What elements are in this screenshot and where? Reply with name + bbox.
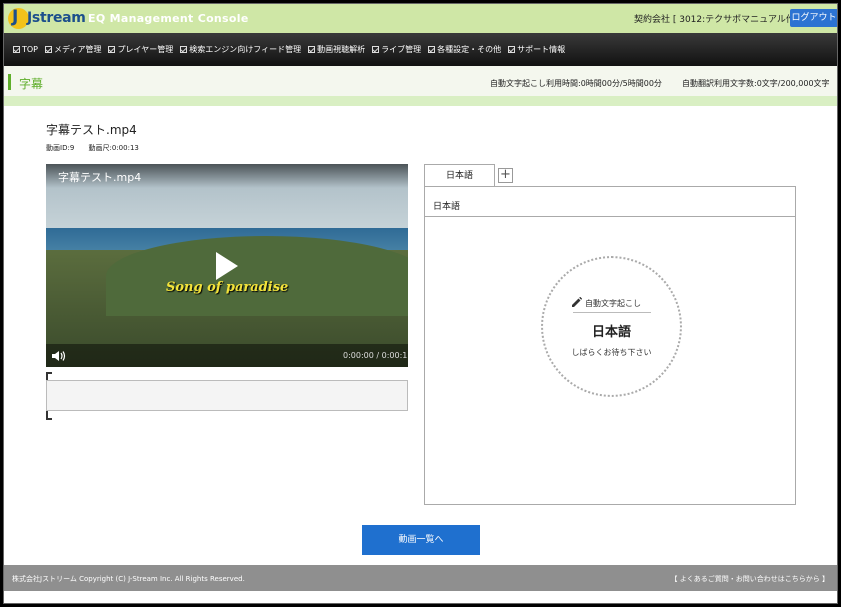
transcription-status-circle: 自動文字起こし 日本語 しばらくお待ち下さい — [541, 256, 682, 397]
subtitle-panel: 日本語 自動文字起こし 日本語 しばらくお待ち下さい — [424, 186, 796, 505]
app-window: J Jstream EQ Management Console 契約会社 [ 3… — [3, 3, 838, 604]
jstream-logo[interactable]: J Jstream — [8, 7, 86, 30]
status-divider — [573, 312, 651, 313]
checkbox-icon — [108, 46, 116, 53]
player-title: 字幕テスト.mp4 — [58, 171, 142, 184]
nav-item-settings[interactable]: 各種設定・その他 — [428, 44, 501, 55]
divider-band — [4, 96, 837, 106]
play-icon[interactable] — [216, 252, 238, 280]
top-header: J Jstream EQ Management Console 契約会社 [ 3… — [4, 4, 837, 33]
nav-item-label: サポート情報 — [517, 45, 566, 54]
pencil-icon — [572, 297, 582, 307]
nav-item-live[interactable]: ライブ管理 — [372, 44, 421, 55]
panel-language-label: 日本語 — [433, 202, 461, 212]
copyright-text: 株式会社Jストリーム Copyright (C) J-Stream Inc. A… — [12, 575, 245, 583]
video-player[interactable]: 字幕テスト.mp4 Song of paradise 0:00:00 / 0:0… — [46, 164, 408, 367]
caption-preview-box — [46, 380, 408, 411]
status-language: 日本語 — [591, 325, 631, 340]
status-action: 自動文字起こし — [571, 297, 641, 309]
main-nav: TOP メディア管理 プレイヤー管理 検索エンジン向けフィード管理 動画視聴解析… — [4, 33, 837, 66]
panel-header: 日本語 — [425, 187, 795, 217]
video-id: 動画ID:9 — [46, 144, 75, 152]
logout-button[interactable]: ログアウト — [790, 9, 837, 27]
nav-item-label: ライブ管理 — [381, 45, 422, 54]
checkbox-icon — [45, 46, 53, 53]
checkbox-icon — [13, 46, 20, 53]
logo-j: J — [12, 7, 19, 27]
nav-item-label: プレイヤー管理 — [117, 45, 174, 54]
nav-item-analytics[interactable]: 動画視聴解析 — [308, 44, 365, 55]
player-controls: 0:00:00 / 0:00:13 — [46, 344, 408, 367]
nav-item-player[interactable]: プレイヤー管理 — [108, 44, 173, 55]
nav-item-media[interactable]: メディア管理 — [45, 44, 101, 55]
time-display: 0:00:00 / 0:00:13 — [343, 351, 408, 360]
checkbox-icon — [308, 46, 316, 53]
nav-item-label: メディア管理 — [54, 45, 102, 54]
page-title: 字幕 — [19, 77, 44, 91]
faq-link[interactable]: 【 よくあるご質問・お問い合わせはこちらから 】 — [671, 574, 829, 584]
video-meta: 動画ID:9 動画尺:0:00:13 — [46, 143, 151, 153]
nav-item-feed[interactable]: 検索エンジン向けフィード管理 — [180, 44, 301, 55]
nav-item-label: 検索エンジン向けフィード管理 — [189, 45, 302, 54]
video-duration: 動画尺:0:00:13 — [88, 144, 139, 152]
status-message: しばらくお待ち下さい — [571, 348, 652, 357]
nav-item-top[interactable]: TOP — [13, 44, 38, 55]
video-frame-hill — [106, 236, 408, 316]
tab-japanese[interactable]: 日本語 — [424, 164, 495, 187]
translation-usage: 自動翻訳利用文字数:0文字/200,000文字 — [682, 79, 830, 88]
checkbox-icon — [428, 46, 436, 53]
volume-icon[interactable] — [52, 351, 66, 361]
footer: 株式会社Jストリーム Copyright (C) J-Stream Inc. A… — [4, 565, 837, 591]
checkbox-icon — [508, 46, 516, 53]
checkbox-icon — [180, 46, 188, 53]
nav-item-support[interactable]: サポート情報 — [508, 44, 565, 55]
title-accent-bar — [8, 74, 11, 90]
nav-item-label: TOP — [22, 45, 39, 54]
status-action-label: 自動文字起こし — [585, 299, 641, 308]
back-to-video-list-button[interactable]: 動画一覧へ — [362, 525, 480, 555]
video-title: 字幕テスト.mp4 — [46, 123, 137, 137]
nav-item-label: 動画視聴解析 — [317, 45, 366, 54]
app-title: EQ Management Console — [88, 12, 249, 25]
checkbox-icon — [372, 46, 380, 53]
page-header-bar: 字幕 自動文字起こし利用時間:0時間00分/5時間00分 自動翻訳利用文字数:0… — [4, 66, 837, 96]
transcription-usage: 自動文字起こし利用時間:0時間00分/5時間00分 — [490, 79, 662, 88]
logo-text: Jstream — [27, 10, 86, 26]
add-tab-button[interactable]: + — [498, 168, 513, 183]
video-overlay-text: Song of paradise — [166, 280, 289, 295]
nav-item-label: 各種設定・その他 — [437, 45, 502, 54]
